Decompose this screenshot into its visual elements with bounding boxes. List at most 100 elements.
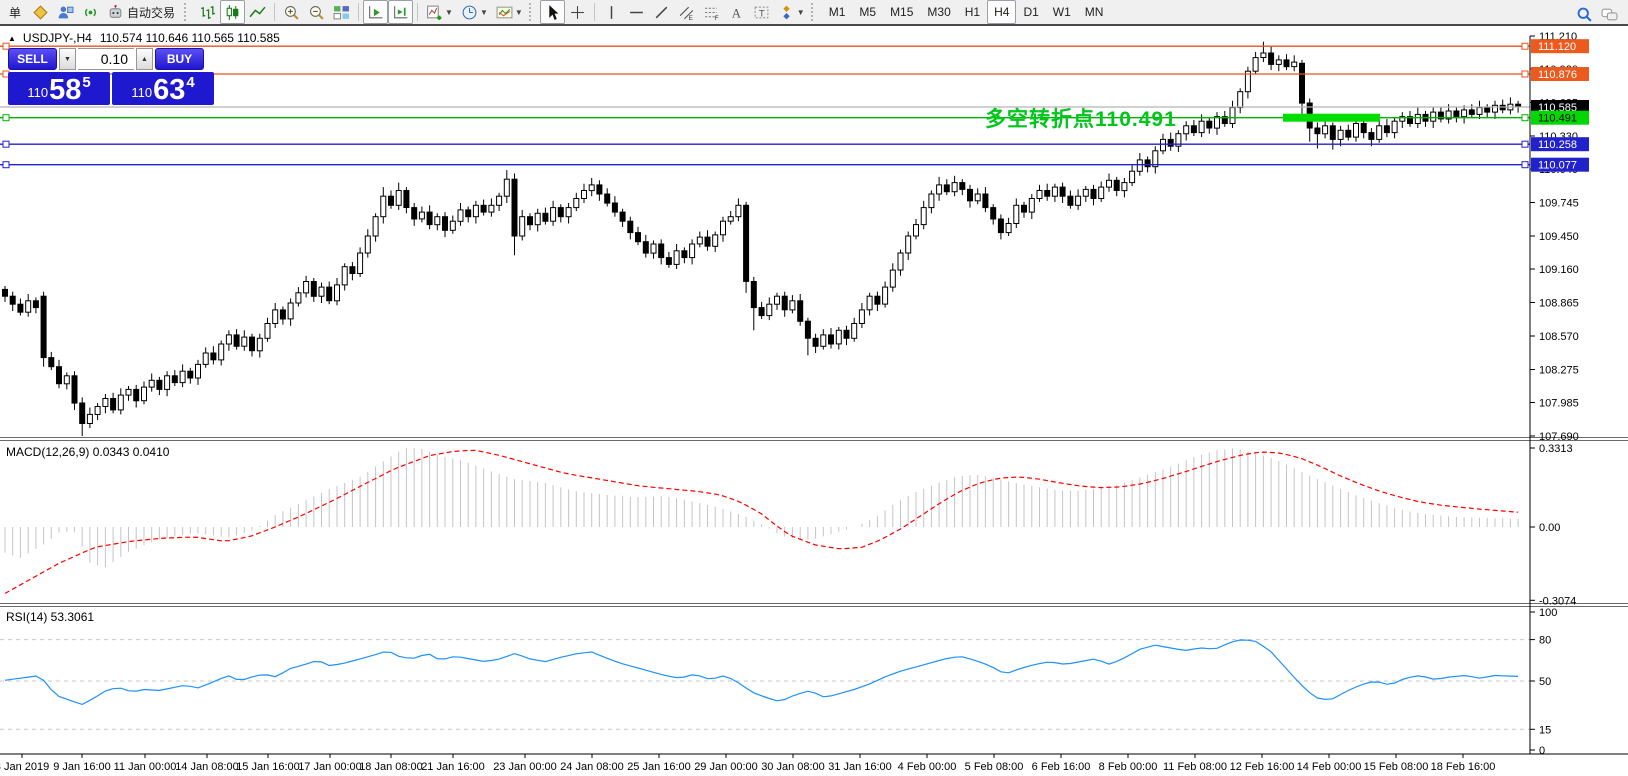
svg-text:8 Jan 2019: 8 Jan 2019 <box>0 761 49 773</box>
zoom-in-button[interactable] <box>279 0 304 24</box>
svg-text:107.985: 107.985 <box>1539 398 1579 410</box>
text-label-button[interactable]: T <box>749 0 774 24</box>
candles-chart-icon <box>224 4 241 21</box>
svg-text:108.570: 108.570 <box>1539 331 1579 343</box>
chart-symbol-timeframe: USDJPY-,H4 <box>23 31 92 45</box>
sell-button[interactable]: SELL <box>8 48 57 70</box>
svg-text:6 Feb 16:00: 6 Feb 16:00 <box>1032 761 1091 773</box>
arrows-button[interactable]: ▼ <box>774 0 809 24</box>
svg-text:110.491: 110.491 <box>1538 113 1577 125</box>
zoom-out-icon <box>308 4 325 21</box>
tf-h4[interactable]: H4 <box>987 0 1016 24</box>
horizontal-line-button[interactable] <box>624 0 649 24</box>
svg-text:111.120: 111.120 <box>1538 41 1576 53</box>
tf-h1[interactable]: H1 <box>958 0 987 24</box>
svg-text:25 Jan 16:00: 25 Jan 16:00 <box>627 761 691 773</box>
trendline-button[interactable] <box>649 0 674 24</box>
ask-price-box[interactable]: 110 63 4 <box>112 72 214 105</box>
hline-objects[interactable] <box>0 43 1530 168</box>
toolbar: 单自动交易▼▼▼EFAT▼M1M5M15M30H1H4D1W1MN <box>0 0 1628 26</box>
svg-text:11 Feb 08:00: 11 Feb 08:00 <box>1163 761 1227 773</box>
candlestick-chart-button[interactable] <box>220 0 245 24</box>
rsi-label: RSI(14) 53.3061 <box>6 610 94 624</box>
new-order-label[interactable]: 单 <box>2 0 28 24</box>
fibonacci-button[interactable]: F <box>699 0 724 24</box>
bid-pip-digit: 5 <box>82 74 90 91</box>
volume-decrease-button[interactable]: ▼ <box>59 48 76 70</box>
toolbar-separator <box>417 3 418 21</box>
tf-d1[interactable]: D1 <box>1016 0 1045 24</box>
svg-text:30 Jan 08:00: 30 Jan 08:00 <box>761 761 825 773</box>
crosshair-button[interactable] <box>565 0 590 24</box>
macd-label: MACD(12,26,9) 0.0343 0.0410 <box>6 445 169 459</box>
profile-icon <box>57 4 74 21</box>
periods-button[interactable]: ▼ <box>457 0 492 24</box>
svg-text:23 Jan 00:00: 23 Jan 00:00 <box>493 761 557 773</box>
cursor-button[interactable] <box>540 0 565 24</box>
quotes-button[interactable] <box>28 0 53 24</box>
svg-text:5 Feb 08:00: 5 Feb 08:00 <box>965 761 1024 773</box>
panel-separators[interactable] <box>0 438 1628 607</box>
toolbar-grip[interactable] <box>529 3 536 21</box>
ask-pip-digit: 4 <box>186 74 194 91</box>
tile-windows-icon <box>333 4 350 21</box>
channel-button[interactable]: E <box>674 0 699 24</box>
text-button[interactable]: A <box>724 0 749 24</box>
toolbar-grip[interactable] <box>811 3 818 21</box>
tf-w1[interactable]: W1 <box>1046 0 1078 24</box>
ask-big-digits: 63 <box>153 78 185 103</box>
chart-shift-button[interactable] <box>388 0 413 24</box>
svg-text:29 Jan 00:00: 29 Jan 00:00 <box>694 761 758 773</box>
volume-increase-button[interactable]: ▲ <box>136 48 153 70</box>
chart-canvas[interactable]: 111.210110.920110.625110.330110.040109.7… <box>0 28 1628 776</box>
profile-button[interactable] <box>53 0 78 24</box>
volume-input[interactable] <box>78 48 134 70</box>
bid-price-box[interactable]: 110 58 5 <box>8 72 110 105</box>
signal-icon <box>82 4 99 21</box>
new-chart-icon <box>426 4 443 21</box>
tf-m15[interactable]: M15 <box>883 0 920 24</box>
green-support-bar <box>1283 114 1380 122</box>
svg-text:14 Jan 08:00: 14 Jan 08:00 <box>175 761 239 773</box>
trendline-icon <box>653 4 670 21</box>
zoom-out-button[interactable] <box>304 0 329 24</box>
tf-m5[interactable]: M5 <box>852 0 883 24</box>
tile-windows-button[interactable] <box>329 0 354 24</box>
candles-layer <box>3 42 1521 436</box>
svg-text:F: F <box>714 14 718 20</box>
bar-chart-button[interactable] <box>195 0 220 24</box>
time-axis: 8 Jan 20199 Jan 16:0011 Jan 00:0014 Jan … <box>0 754 1495 773</box>
svg-text:9 Jan 16:00: 9 Jan 16:00 <box>53 761 111 773</box>
chart-ohlc-values: 110.574 110.646 110.565 110.585 <box>100 31 280 45</box>
svg-text:109.160: 109.160 <box>1539 264 1579 276</box>
svg-text:15 Jan 16:00: 15 Jan 16:00 <box>236 761 300 773</box>
vertical-line-button[interactable] <box>599 0 624 24</box>
svg-text:17 Jan 00:00: 17 Jan 00:00 <box>298 761 362 773</box>
signals-button[interactable] <box>78 0 103 24</box>
svg-text:80: 80 <box>1539 635 1551 647</box>
svg-text:108.865: 108.865 <box>1539 298 1579 310</box>
search-button[interactable] <box>1572 2 1597 26</box>
buy-button[interactable]: BUY <box>155 48 204 70</box>
autotrading-button[interactable]: 自动交易 <box>103 0 182 24</box>
toolbar-grip[interactable] <box>184 3 191 21</box>
toolbar-separator <box>274 3 275 21</box>
tf-mn[interactable]: MN <box>1078 0 1111 24</box>
svg-text:110.258: 110.258 <box>1538 139 1577 151</box>
svg-text:0.00: 0.00 <box>1539 522 1560 534</box>
templates-icon <box>496 4 513 21</box>
tf-m30[interactable]: M30 <box>920 0 957 24</box>
tf-m1[interactable]: M1 <box>822 0 853 24</box>
price-axis: 111.210110.920110.625110.330110.040109.7… <box>1530 31 1589 443</box>
chat-button[interactable] <box>1597 2 1622 26</box>
svg-text:108.275: 108.275 <box>1539 365 1579 377</box>
auto-scroll-button[interactable] <box>363 0 388 24</box>
line-chart-button[interactable] <box>245 0 270 24</box>
new-chart-button[interactable]: ▼ <box>422 0 457 24</box>
toolbar-separator <box>594 3 595 21</box>
robot-icon <box>107 4 124 21</box>
svg-text:T: T <box>759 8 765 19</box>
channel-icon: E <box>678 4 695 21</box>
collapse-panel-icon[interactable]: ▲ <box>8 34 16 43</box>
templates-button[interactable]: ▼ <box>492 0 527 24</box>
